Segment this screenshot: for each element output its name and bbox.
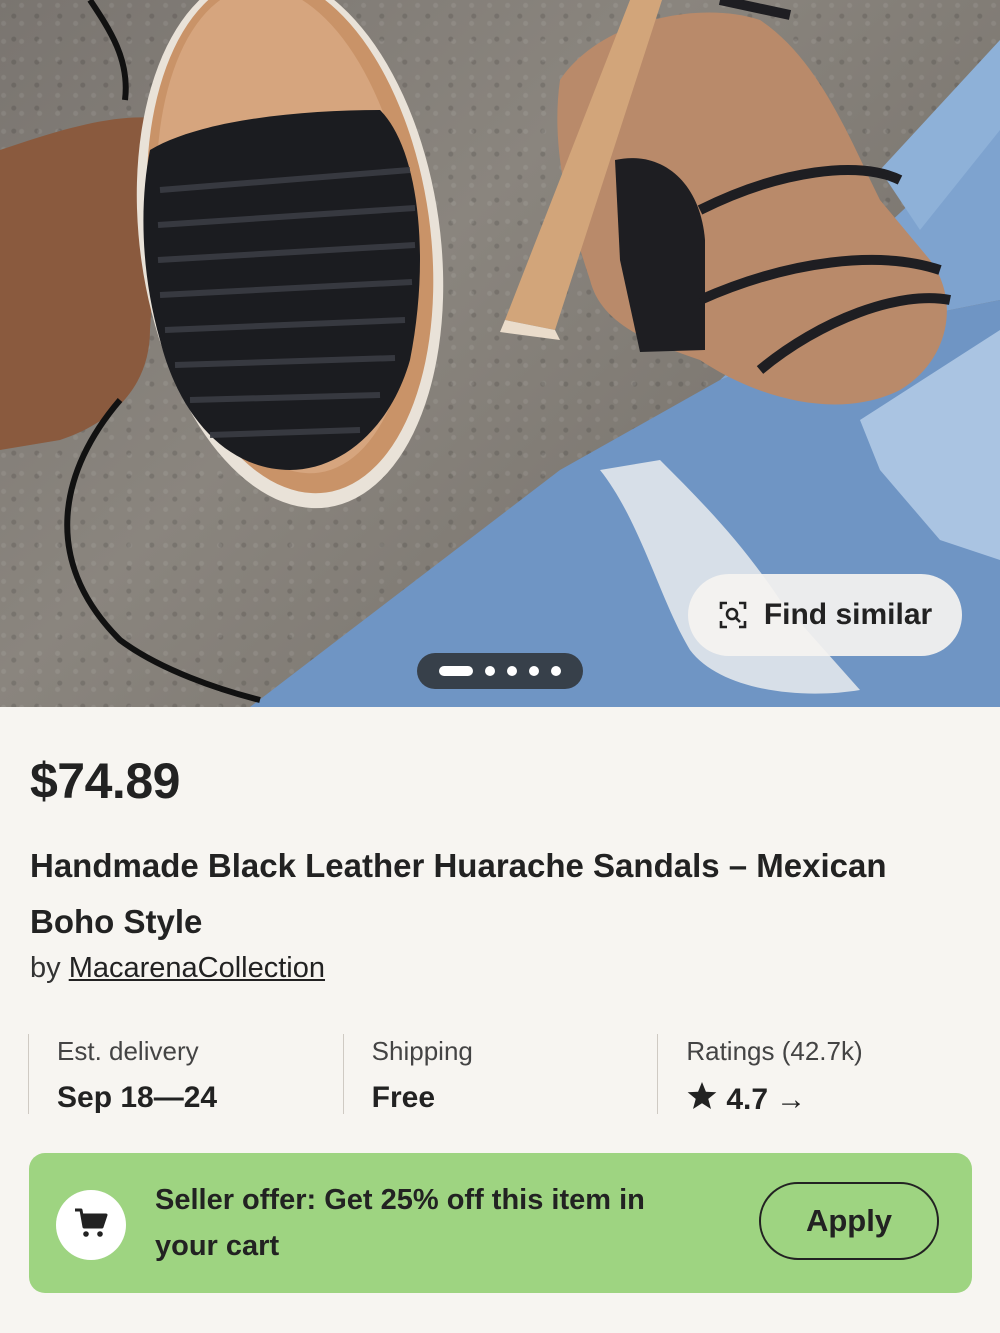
ratings-label: Ratings (42.7k) [686, 1036, 863, 1066]
carousel-dot[interactable] [551, 666, 561, 676]
carousel-dot[interactable] [485, 666, 495, 676]
info-bar: Est. delivery Sep 18—24 Shipping Free Ra… [28, 1034, 972, 1116]
ratings-info[interactable]: Ratings (42.7k) 4.7 → [657, 1034, 972, 1116]
visual-search-icon [718, 600, 748, 630]
seller-prefix: by [30, 952, 61, 984]
product-image[interactable]: Find similar [0, 0, 1000, 707]
cart-icon [74, 1207, 108, 1244]
seller-line: by MacarenaCollection [30, 952, 325, 985]
apply-offer-button[interactable]: Apply [759, 1182, 939, 1260]
carousel-dot[interactable] [507, 666, 517, 676]
seller-link[interactable]: MacarenaCollection [69, 952, 325, 984]
carousel-dot-active[interactable] [439, 666, 473, 676]
arrow-right-icon: → [776, 1083, 807, 1116]
find-similar-label: Find similar [763, 598, 933, 631]
shipping-info: Shipping Free [342, 1034, 658, 1114]
delivery-label: Est. delivery [57, 1036, 199, 1066]
shipping-value: Free [371, 1081, 436, 1114]
find-similar-button[interactable]: Find similar [688, 574, 962, 656]
seller-offer-text: Seller offer: Get 25% off this item in y… [155, 1184, 645, 1262]
cart-badge [56, 1190, 126, 1260]
product-title: Handmade Black Leather Huarache Sandals … [30, 847, 887, 940]
delivery-info: Est. delivery Sep 18—24 [28, 1034, 343, 1114]
rating-number: 4.7 [726, 1083, 769, 1116]
carousel-indicator[interactable] [417, 653, 583, 689]
shipping-label: Shipping [371, 1036, 473, 1066]
seller-offer-banner: Seller offer: Get 25% off this item in y… [29, 1153, 972, 1293]
carousel-dot[interactable] [529, 666, 539, 676]
delivery-value: Sep 18—24 [57, 1081, 218, 1114]
star-icon [686, 1081, 718, 1119]
product-price: $74.89 [30, 753, 180, 809]
ratings-value[interactable]: 4.7 → [686, 1081, 972, 1119]
